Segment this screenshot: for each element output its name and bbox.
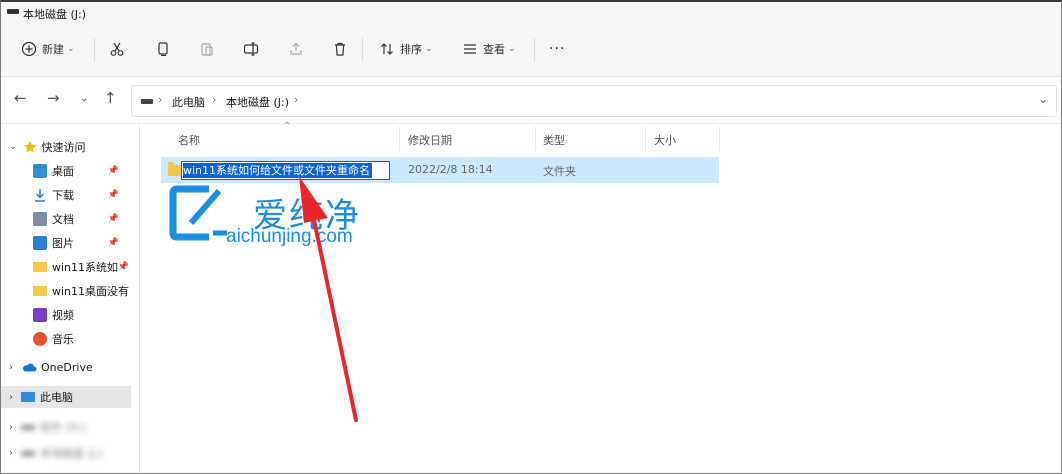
explorer-window: 本地磁盘 (J:) 新建 ⌄ 排序 ⌄ 查看 ⌄ ··· ← → ⌄ ↑ › 此… [0, 0, 1062, 474]
annotation-arrow-icon [299, 176, 358, 422]
